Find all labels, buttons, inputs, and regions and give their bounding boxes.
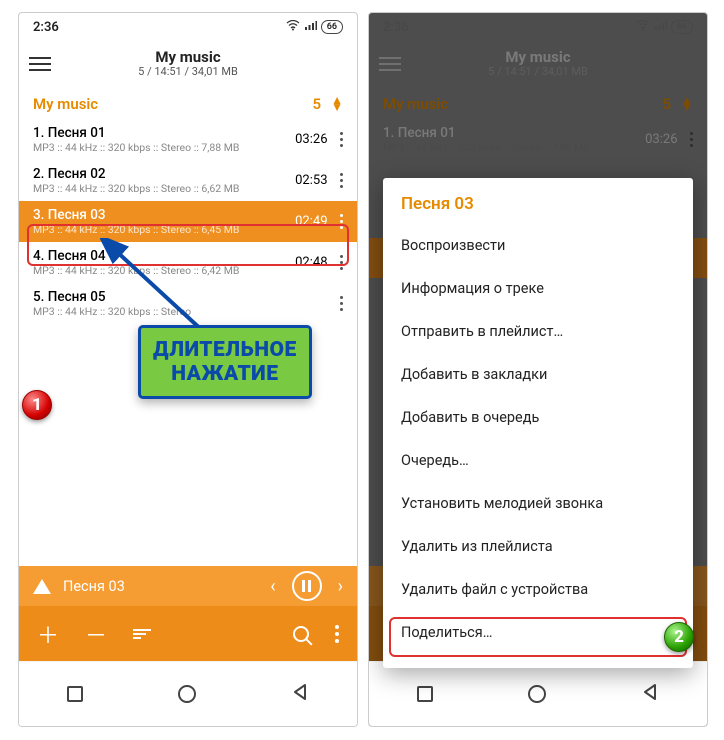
track-duration: 02:49 xyxy=(295,214,327,229)
sort-icon[interactable] xyxy=(133,629,151,639)
now-playing-bar[interactable]: Песня 03 ‹ › xyxy=(19,566,357,606)
annotation-badge-2: 2 xyxy=(664,622,694,652)
track-duration: 02:48 xyxy=(295,255,327,270)
home-icon[interactable] xyxy=(178,685,196,703)
app-logo-icon xyxy=(33,578,51,594)
prev-icon[interactable]: ‹ xyxy=(270,576,275,597)
next-icon[interactable]: › xyxy=(338,576,343,597)
callout-line1: ДЛИТЕЛЬНОЕ xyxy=(153,338,297,362)
track-duration: 03:26 xyxy=(295,132,327,147)
menu-icon[interactable] xyxy=(29,57,51,71)
remove-icon[interactable]: － xyxy=(85,618,107,650)
track-menu-icon[interactable] xyxy=(340,173,344,189)
callout-line2: НАЖАТИЕ xyxy=(153,362,297,386)
track-row-selected[interactable]: 3. Песня 03 MP3 :: 44 kHz :: 320 kbps ::… xyxy=(19,201,357,242)
track-title: 2. Песня 02 xyxy=(33,166,295,182)
overflow-icon[interactable] xyxy=(335,625,339,643)
context-menu: Песня 03 Воспроизвести Информация о трек… xyxy=(383,178,693,668)
now-playing-title: Песня 03 xyxy=(63,578,125,595)
badge-number: 1 xyxy=(32,395,42,415)
app-bar: My music 5 / 14:51 / 34,01 MB xyxy=(19,41,357,87)
menu-item-queue[interactable]: Очередь… xyxy=(383,439,693,482)
android-nav-bar xyxy=(19,661,357,726)
phone-screen-2: 2:36 66 My music 5 / 14:51 / 34,01 MB My… xyxy=(368,12,708,727)
track-title: 4. Песня 04 xyxy=(33,248,295,264)
appbar-subtitle: 5 / 14:51 / 34,01 MB xyxy=(51,66,325,79)
back-icon[interactable] xyxy=(291,683,309,705)
wifi-icon xyxy=(286,20,300,34)
menu-item-remove-playlist[interactable]: Удалить из плейлиста xyxy=(383,525,693,568)
track-row[interactable]: 5. Песня 05 MP3 :: 44 kHz :: 320 kbps ::… xyxy=(19,283,357,324)
annotation-badge-1: 1 xyxy=(22,390,52,420)
track-meta: MP3 :: 44 kHz :: 320 kbps :: Stereo :: 6… xyxy=(33,223,295,236)
track-duration: 02:53 xyxy=(295,173,327,188)
track-menu-icon[interactable] xyxy=(340,132,344,148)
status-bar: 2:36 66 xyxy=(19,13,357,41)
track-menu-icon[interactable] xyxy=(340,214,344,230)
section-name: My music xyxy=(33,95,98,113)
bottom-toolbar: ＋ － xyxy=(19,606,357,661)
badge-number: 2 xyxy=(674,627,684,647)
track-meta: MP3 :: 44 kHz :: 320 kbps :: Stereo xyxy=(33,305,328,318)
battery-icon: 66 xyxy=(321,20,343,34)
menu-item-delete-file[interactable]: Удалить файл с устройства xyxy=(383,568,693,611)
search-icon[interactable] xyxy=(293,626,309,642)
home-icon[interactable] xyxy=(528,685,546,703)
menu-item-bookmark[interactable]: Добавить в закладки xyxy=(383,353,693,396)
track-title: 1. Песня 01 xyxy=(33,125,295,141)
signal-icon xyxy=(304,20,317,34)
track-meta: MP3 :: 44 kHz :: 320 kbps :: Stereo :: 7… xyxy=(33,141,295,154)
track-meta: MP3 :: 44 kHz :: 320 kbps :: Stereo :: 6… xyxy=(33,182,295,195)
android-nav-bar xyxy=(369,661,707,726)
menu-item-send-playlist[interactable]: Отправить в плейлист… xyxy=(383,310,693,353)
track-row[interactable]: 2. Песня 02 MP3 :: 44 kHz :: 320 kbps ::… xyxy=(19,160,357,201)
track-row[interactable]: 4. Песня 04 MP3 :: 44 kHz :: 320 kbps ::… xyxy=(19,242,357,283)
menu-item-play[interactable]: Воспроизвести xyxy=(383,224,693,267)
status-time: 2:36 xyxy=(33,20,59,35)
status-icons: 66 xyxy=(286,20,343,34)
recents-icon[interactable] xyxy=(417,686,433,702)
track-meta: MP3 :: 44 kHz :: 320 kbps :: Stereo :: 6… xyxy=(33,264,295,277)
track-title: 5. Песня 05 xyxy=(33,289,328,305)
collapse-icon[interactable]: ▲▼ xyxy=(331,97,343,110)
appbar-title: My music xyxy=(51,49,325,66)
pause-button[interactable] xyxy=(292,571,322,601)
add-icon[interactable]: ＋ xyxy=(37,618,59,650)
track-menu-icon[interactable] xyxy=(340,296,344,312)
track-menu-icon[interactable] xyxy=(340,255,344,271)
menu-item-ringtone[interactable]: Установить мелодией звонка xyxy=(383,482,693,525)
context-menu-title: Песня 03 xyxy=(383,192,693,224)
menu-item-share[interactable]: Поделиться… xyxy=(383,611,693,654)
section-count: 5 xyxy=(313,95,322,113)
annotation-callout: ДЛИТЕЛЬНОЕ НАЖАТИЕ xyxy=(138,325,312,399)
menu-item-queue-add[interactable]: Добавить в очередь xyxy=(383,396,693,439)
back-icon[interactable] xyxy=(641,683,659,705)
recents-icon[interactable] xyxy=(67,686,83,702)
track-title: 3. Песня 03 xyxy=(33,207,295,223)
section-header[interactable]: My music 5 ▲▼ xyxy=(19,87,357,119)
track-row[interactable]: 1. Песня 01 MP3 :: 44 kHz :: 320 kbps ::… xyxy=(19,119,357,160)
menu-item-info[interactable]: Информация о треке xyxy=(383,267,693,310)
